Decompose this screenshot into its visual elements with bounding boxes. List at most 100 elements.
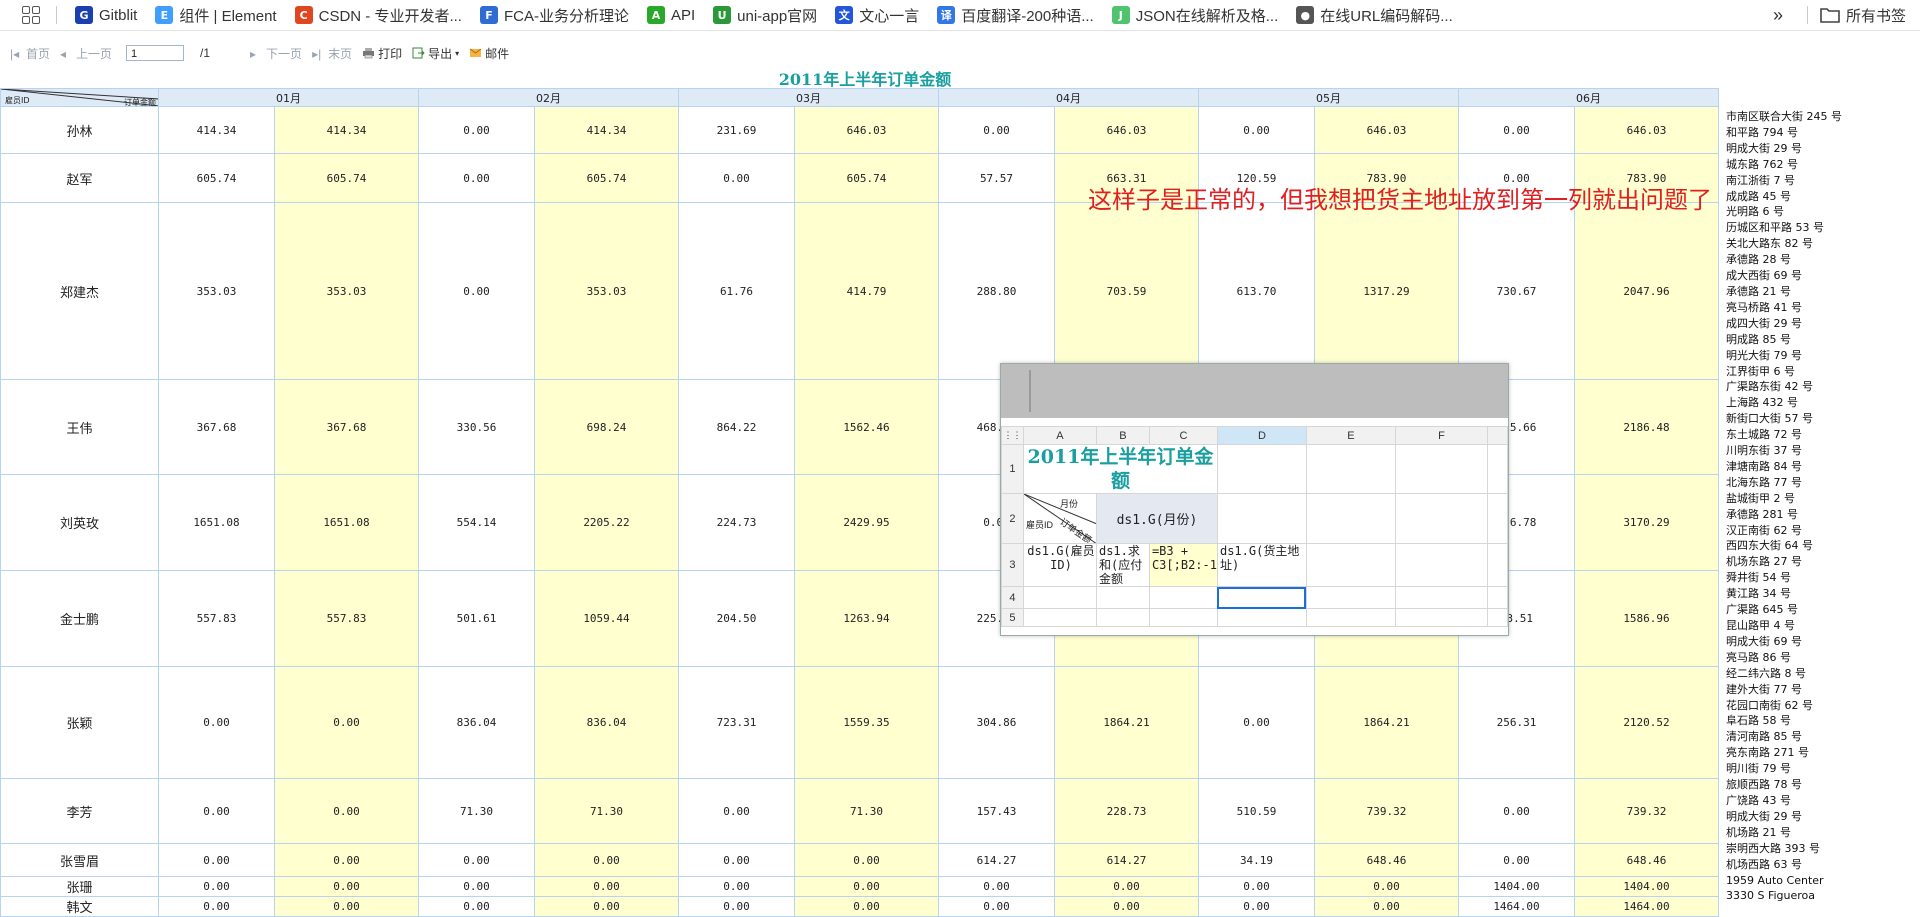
next-page-button[interactable]: ▸ 下一页 xyxy=(250,45,302,62)
cumulative-amount-cell: 1864.21 xyxy=(1054,666,1199,779)
cell-d1[interactable] xyxy=(1216,444,1307,494)
first-page-button[interactable]: |◂ 首页 xyxy=(10,45,50,62)
table-row: 张雪眉 0.00 0.00 0.00 0.00 0.00 0.00 614.27 614.27 3… xyxy=(0,843,1719,877)
bookmark-label: uni-app官网 xyxy=(737,7,818,25)
cumulative-amount-cell: 648.46 xyxy=(1314,843,1459,877)
address-item: 建外大街 77 号 xyxy=(1726,682,1802,696)
employee-name-cell: 李芳 xyxy=(0,778,159,844)
bookmark-item[interactable]: ● 在线URL编码解码... xyxy=(1296,5,1453,26)
last-page-button[interactable]: ▸| 末页 xyxy=(312,45,352,62)
address-item: 汉正南街 62 号 xyxy=(1726,523,1802,537)
cell-e5[interactable] xyxy=(1305,608,1396,627)
monthly-amount-cell: 0.00 xyxy=(418,106,535,154)
cell-d5[interactable] xyxy=(1216,608,1307,627)
bookmark-favicon-icon: F xyxy=(479,6,498,24)
col-header-e[interactable]: E xyxy=(1305,426,1396,445)
cell-e2[interactable] xyxy=(1305,493,1396,544)
monthly-amount-cell: 61.76 xyxy=(678,202,795,380)
bookmark-favicon-icon: A xyxy=(646,6,665,24)
bookmark-item[interactable]: C CSDN - 专业开发者... xyxy=(294,5,462,26)
cumulative-amount-cell: 1317.29 xyxy=(1314,202,1459,380)
monthly-amount-cell: 0.00 xyxy=(158,876,275,897)
cumulative-amount-cell: 2047.96 xyxy=(1574,202,1719,380)
cell-e4[interactable] xyxy=(1305,586,1396,609)
cell-a5[interactable] xyxy=(1022,608,1097,627)
apps-grid-icon[interactable] xyxy=(22,6,40,24)
cumulative-amount-cell: 1404.00 xyxy=(1574,876,1719,897)
row-header-1[interactable]: 1 xyxy=(1001,444,1024,494)
monthly-amount-cell: 1464.00 xyxy=(1458,896,1575,917)
bookmark-item[interactable]: 文文心一言 xyxy=(835,5,919,26)
cell-f1[interactable] xyxy=(1394,444,1488,494)
cell-c5[interactable] xyxy=(1148,608,1218,627)
row-header-4[interactable]: 4 xyxy=(1001,586,1024,609)
corner-col-label: 订单金额 xyxy=(124,98,156,107)
slash-header-cell[interactable]: 月份 订单金额 雇员ID xyxy=(1022,493,1097,544)
cell-f3[interactable] xyxy=(1394,543,1488,587)
cell-e3[interactable] xyxy=(1305,543,1396,587)
col-header-c[interactable]: C xyxy=(1148,426,1218,445)
table-row: 张颖 0.00 0.00 836.04 836.04 723.31 1559.35 304.8… xyxy=(0,666,1719,779)
page-number-input[interactable]: 1 xyxy=(126,45,185,61)
row-header-3[interactable]: 3 xyxy=(1001,543,1024,587)
cell-c4[interactable] xyxy=(1148,586,1218,609)
cell-a3-employee[interactable]: ds1.G(雇员ID) xyxy=(1022,543,1097,587)
bookmark-item[interactable]: J JSON在线解析及格... xyxy=(1111,5,1278,26)
address-item: 崇明西大路 393 号 xyxy=(1726,841,1820,855)
select-all-corner[interactable]: ⋮⋮ xyxy=(1001,426,1024,445)
cell-b2-month[interactable]: ds1.G(月份) xyxy=(1095,493,1218,544)
col-header-b[interactable]: B xyxy=(1095,426,1150,445)
export-dropdown-icon[interactable]: ▾ xyxy=(455,49,459,58)
address-item: 明成路 85 号 xyxy=(1726,332,1791,346)
address-item: 新街口大街 57 号 xyxy=(1726,412,1813,426)
bookmark-item[interactable]: F FCA-业务分析理论 xyxy=(479,5,629,26)
designer-title-cell[interactable]: 2011年上半年订单金额 xyxy=(1022,444,1218,494)
cumulative-amount-cell: 3170.29 xyxy=(1574,474,1719,571)
cell-d4-selected[interactable] xyxy=(1216,586,1307,609)
more-bookmarks-chevron-icon[interactable]: » xyxy=(1773,5,1783,26)
export-button[interactable]: 导出 ▾ xyxy=(412,45,459,62)
cell-a4[interactable] xyxy=(1022,586,1097,609)
cell-b4[interactable] xyxy=(1095,586,1150,609)
slash-bottom-label: 雇员ID xyxy=(1025,520,1053,530)
employee-name-cell: 王伟 xyxy=(0,379,159,475)
col-header-f[interactable]: F xyxy=(1394,426,1488,445)
monthly-amount-cell: 0.00 xyxy=(1458,106,1575,154)
cell-g1 xyxy=(1486,444,1508,494)
bookmark-item[interactable]: E 组件 | Element xyxy=(155,5,277,26)
address-item: 光明路 6 号 xyxy=(1726,205,1784,219)
cumulative-amount-cell: 605.74 xyxy=(274,153,419,203)
employee-name-cell: 韩文 xyxy=(0,896,159,917)
monthly-amount-cell: 0.00 xyxy=(938,876,1055,897)
bookmark-item[interactable]: 译百度翻译-200种语... xyxy=(937,5,1094,26)
bookmark-item[interactable]: Uuni-app官网 xyxy=(713,5,817,26)
employee-name-cell: 刘英玫 xyxy=(0,474,159,571)
cell-f4[interactable] xyxy=(1394,586,1488,609)
cell-e1[interactable] xyxy=(1305,444,1396,494)
prev-page-label: 上一页 xyxy=(76,46,113,61)
cell-d2[interactable] xyxy=(1216,493,1307,544)
cell-c3-formula[interactable]: =B3 + C3[;B2:-1 xyxy=(1148,543,1218,587)
address-item: 明成大街 69 号 xyxy=(1726,634,1802,648)
report-designer-window[interactable]: ⋮⋮ A B C D E F 1 2011年上半年订单金额 2 月份 订单金额 … xyxy=(1000,363,1509,636)
bookmark-item[interactable]: G Gitblit xyxy=(75,6,137,24)
cell-f5[interactable] xyxy=(1394,608,1488,627)
cell-f2[interactable] xyxy=(1394,493,1488,544)
row-header-2[interactable]: 2 xyxy=(1001,493,1024,544)
mail-button[interactable]: 邮件 xyxy=(469,45,509,62)
cumulative-amount-cell: 0.00 xyxy=(1054,876,1199,897)
col-header-a[interactable]: A xyxy=(1022,426,1097,445)
col-header-d[interactable]: D xyxy=(1216,426,1307,445)
address-item: 关北大路东 82 号 xyxy=(1726,237,1813,251)
bookmark-label: FCA-业务分析理论 xyxy=(503,7,629,25)
all-bookmarks-button[interactable]: 所有书签 xyxy=(1820,5,1906,26)
print-button[interactable]: 打印 xyxy=(362,45,402,62)
cumulative-amount-cell: 2429.95 xyxy=(794,474,939,571)
prev-page-button[interactable]: ◂ 上一页 xyxy=(60,45,112,62)
row-header-5[interactable]: 5 xyxy=(1001,608,1024,627)
cell-b3-sum[interactable]: ds1.求和(应付金额 xyxy=(1095,543,1150,587)
monthly-amount-cell: 723.31 xyxy=(678,666,795,779)
cell-b5[interactable] xyxy=(1095,608,1150,627)
bookmark-item[interactable]: A API xyxy=(646,6,695,24)
cell-d3-address[interactable]: ds1.G(货主地址) xyxy=(1216,543,1307,587)
